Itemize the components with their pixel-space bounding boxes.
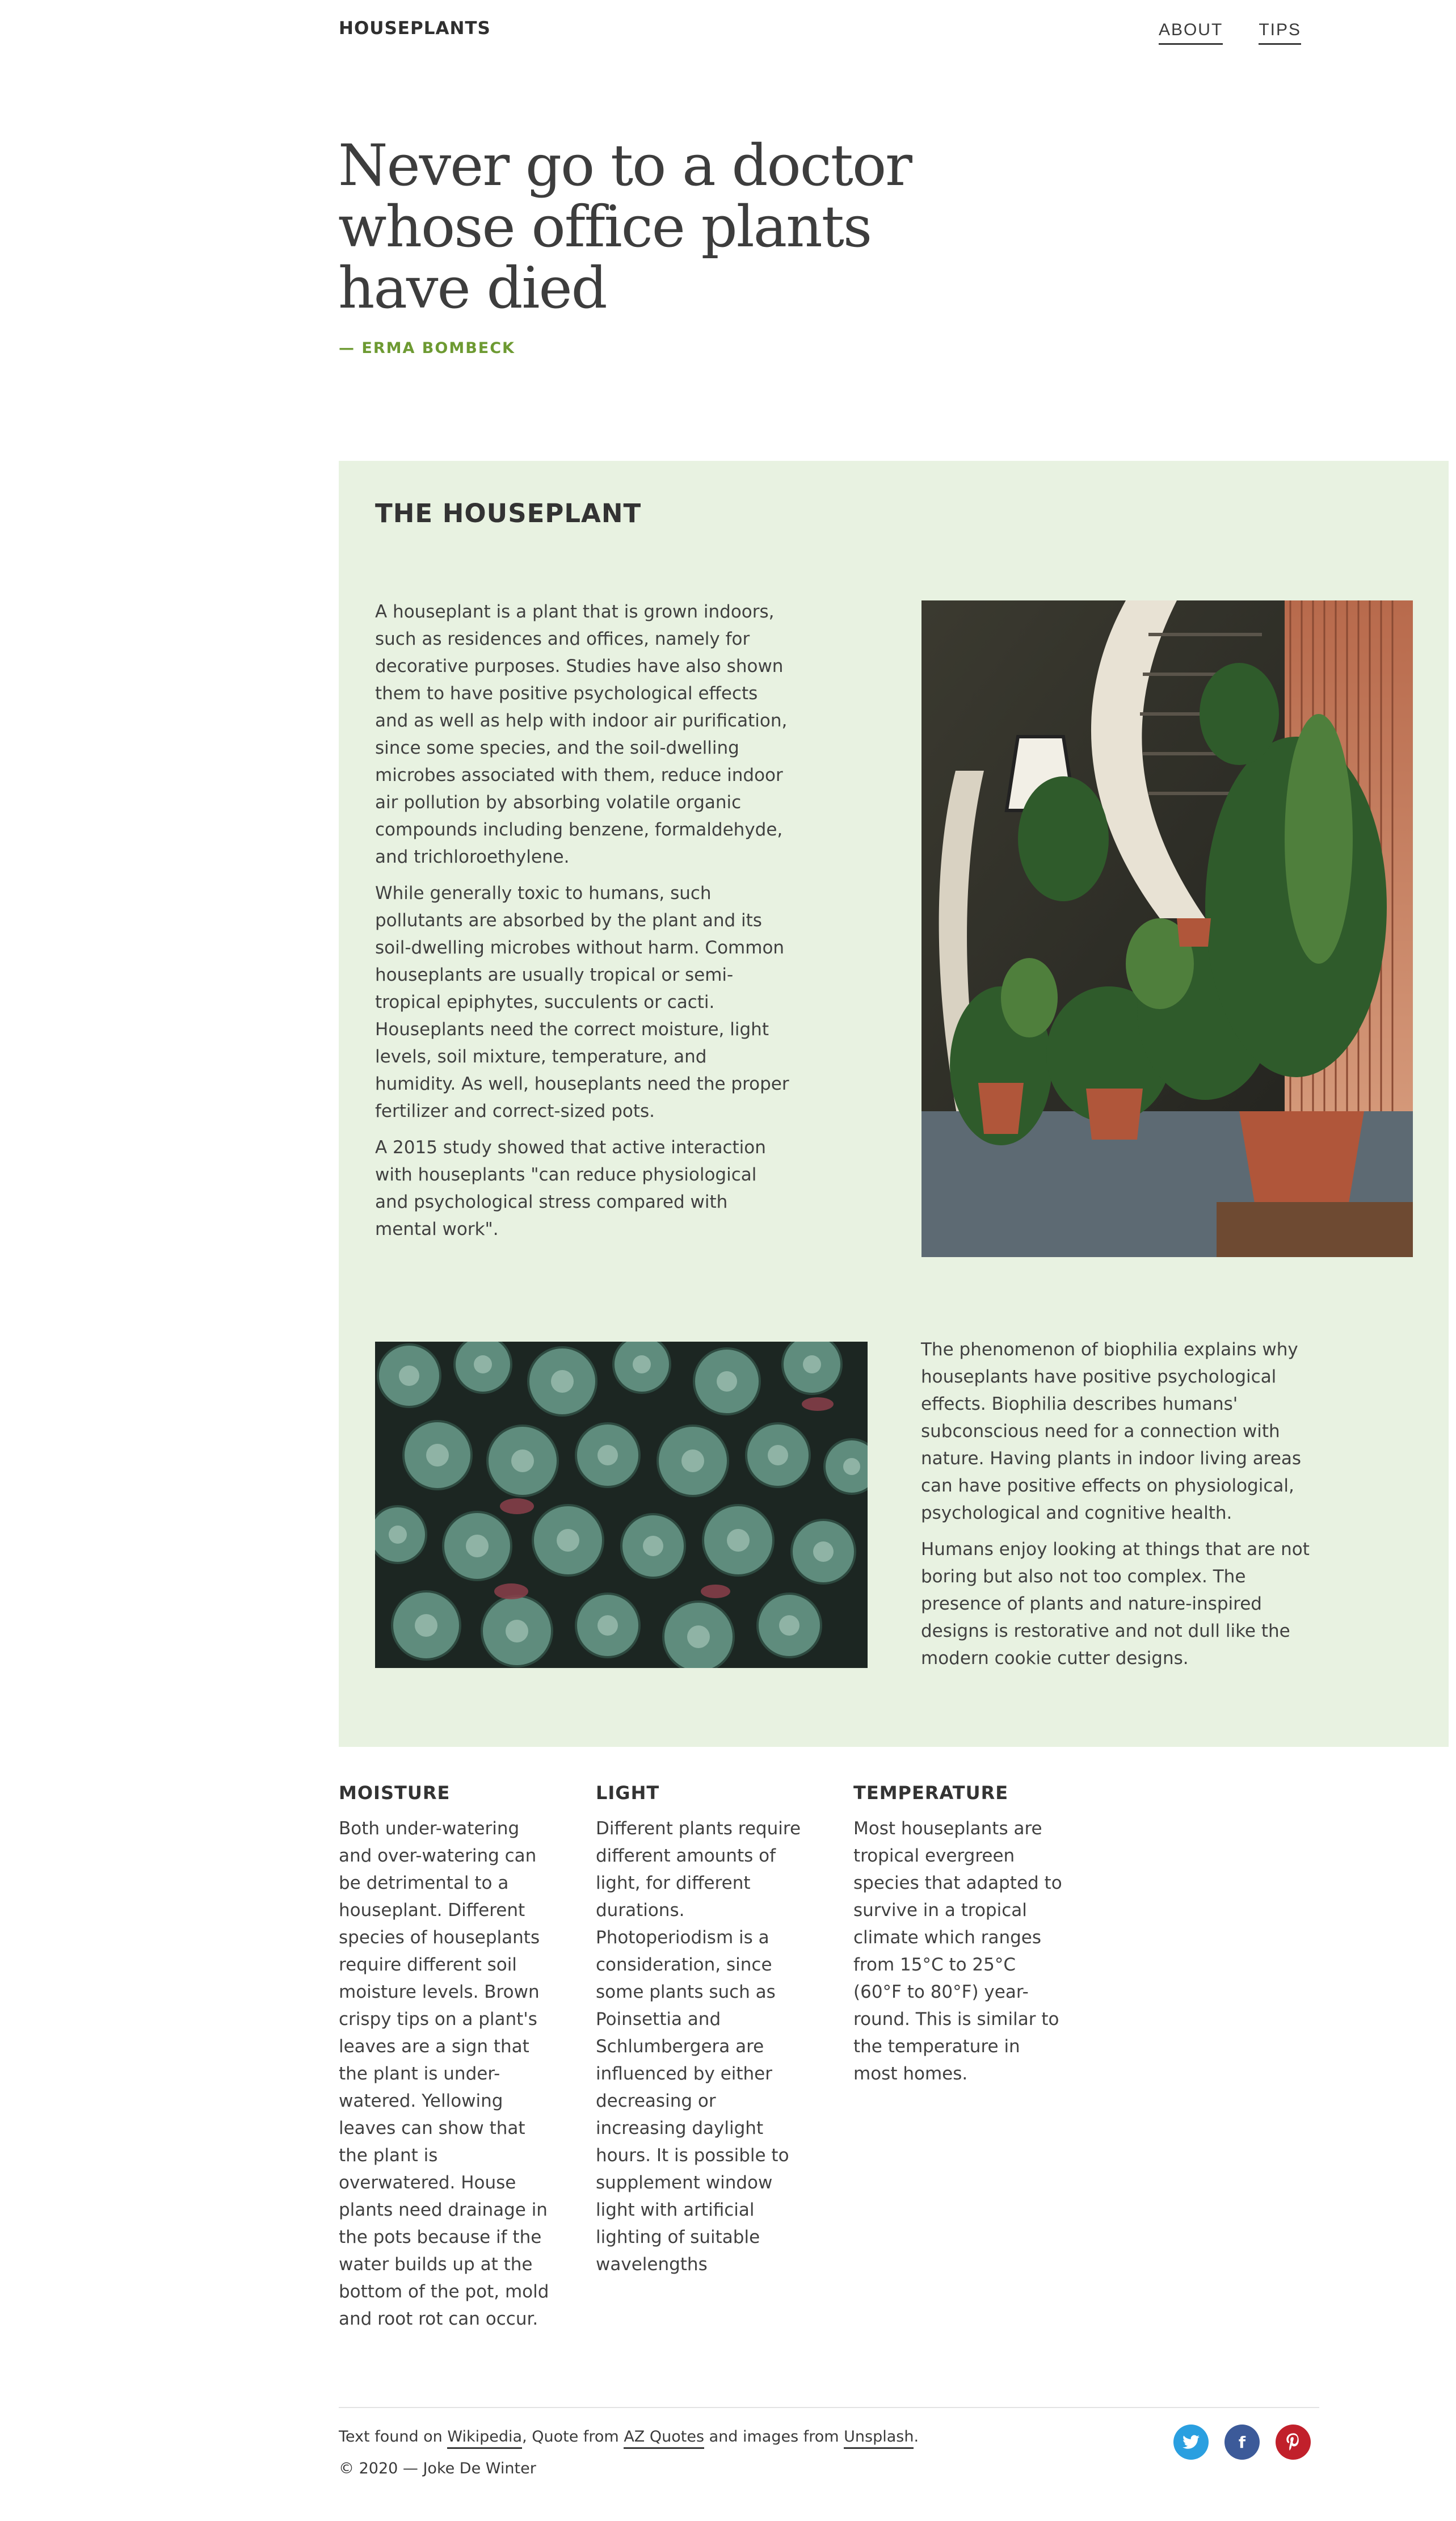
biophilia-paragraph: The phenomenon of biophilia explains why… [921, 1339, 1302, 1523]
facebook-icon[interactable]: f [1224, 2425, 1260, 2460]
feature-title: MOISTURE [339, 1782, 451, 1804]
feature-text: Most houseplants are tropical evergreen … [853, 1818, 1062, 2084]
intro-paragraph: A houseplant is a plant that is grown in… [375, 602, 788, 867]
staircase-plants-illustration [921, 600, 1413, 1257]
azquotes-link[interactable]: AZ Quotes [624, 2428, 705, 2449]
footer-divider [339, 2407, 1319, 2408]
staircase-plants-image [921, 600, 1413, 1257]
nav-link-tips[interactable]: TIPS [1259, 20, 1301, 45]
biophilia-text: The phenomenon of biophilia explains why… [921, 1336, 1318, 1681]
facebook-glyph: f [1238, 2432, 1246, 2452]
page: HOUSEPLANTS ABOUT TIPS Never go to a doc… [0, 0, 1456, 2521]
section-title: THE HOUSEPLANT [375, 498, 642, 528]
feature-moisture: MOISTURE Both under-watering and over-wa… [339, 1782, 554, 2333]
unsplash-link[interactable]: Unsplash [844, 2428, 914, 2449]
feature-text: Different plants require different amoun… [596, 1818, 801, 2275]
credit-text: . [914, 2428, 919, 2446]
feature-light: LIGHT Different plants require different… [596, 1782, 811, 2278]
footer-credits: Text found on Wikipedia, Quote from AZ Q… [339, 2428, 919, 2449]
quote-author: — ERMA BOMBECK [339, 339, 515, 357]
main-nav: ABOUT TIPS [1158, 20, 1301, 45]
intro-text: A houseplant is a plant that is grown in… [375, 598, 789, 1252]
site-brand[interactable]: HOUSEPLANTS [339, 18, 491, 39]
credit-text: and images from [704, 2428, 844, 2446]
social-links: f [1173, 2425, 1311, 2460]
feature-text: Both under-watering and over-watering ca… [339, 1818, 549, 2329]
pinterest-glyph [1286, 2433, 1299, 2451]
hero-quote: Never go to a doctor whose office plants… [338, 132, 912, 321]
nav-link-about[interactable]: ABOUT [1158, 20, 1223, 45]
wikipedia-link[interactable]: Wikipedia [447, 2428, 523, 2449]
feature-title: LIGHT [596, 1782, 660, 1804]
pinterest-icon[interactable] [1276, 2425, 1311, 2460]
feature-title: TEMPERATURE [853, 1782, 1009, 1804]
intro-paragraph: While generally toxic to humans, such po… [375, 883, 789, 1121]
biophilia-paragraph: Humans enjoy looking at things that are … [921, 1539, 1310, 1669]
succulents-illustration [375, 1342, 868, 1668]
credit-text: Text found on [339, 2428, 448, 2446]
succulents-image [375, 1342, 868, 1668]
twitter-icon[interactable] [1173, 2425, 1209, 2460]
intro-paragraph: A 2015 study showed that active interact… [375, 1137, 766, 1240]
twitter-glyph [1183, 2435, 1200, 2449]
credit-text: , Quote from [522, 2428, 624, 2446]
copyright: © 2020 — Joke De Winter [339, 2460, 536, 2477]
feature-temperature: TEMPERATURE Most houseplants are tropica… [853, 1782, 1069, 2087]
